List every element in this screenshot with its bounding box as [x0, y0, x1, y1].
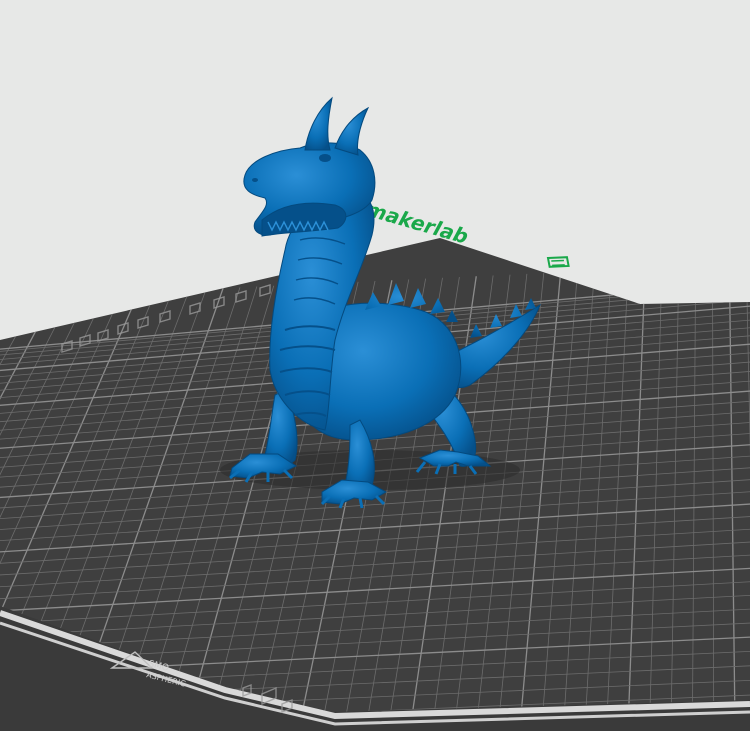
scene-canvas[interactable]: SMO ASPHERIC makerlab [0, 0, 750, 731]
3d-viewport[interactable]: SMO ASPHERIC makerlab [0, 0, 750, 731]
svg-text:makerlab: makerlab [361, 198, 473, 248]
makerlab-logo-icon [546, 256, 570, 268]
